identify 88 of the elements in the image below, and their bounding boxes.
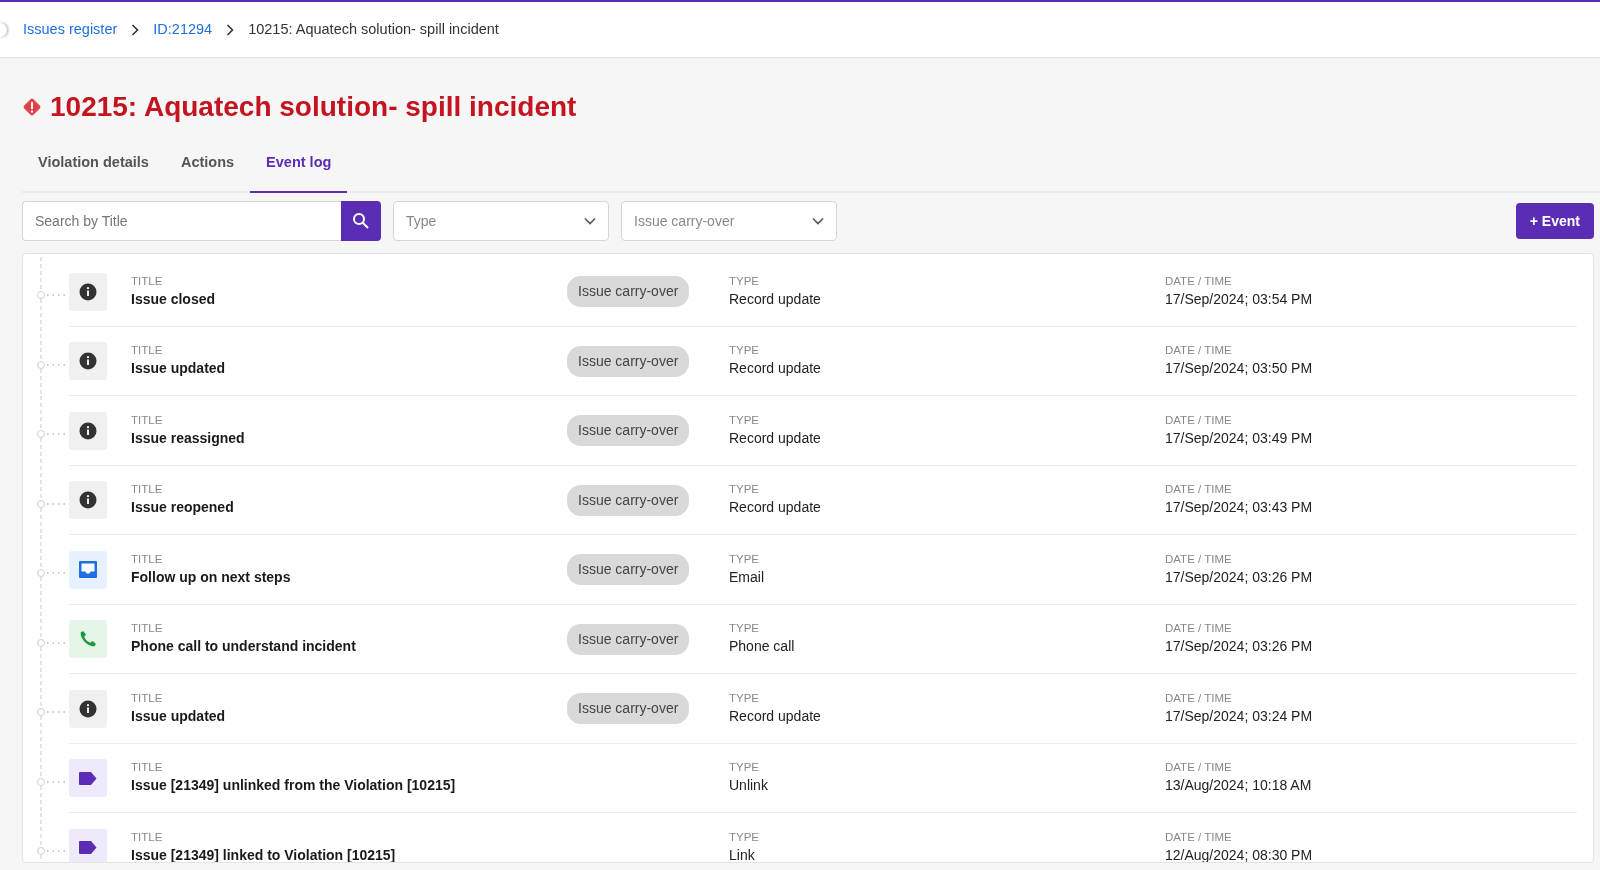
dropdown[interactable]: Type (393, 201, 609, 242)
field-label: TYPE (729, 343, 761, 359)
search-field[interactable]: Search by Title (22, 201, 341, 242)
chevron-right-icon (226, 23, 235, 36)
tab[interactable]: Actions (164, 137, 251, 194)
field-label: DATE / TIME (1165, 621, 1233, 637)
inbox-icon (79, 561, 97, 579)
breadcrumb-link[interactable]: ID:21294 (153, 18, 213, 41)
search-icon (352, 212, 370, 231)
tag: Issue carry-over (567, 345, 690, 377)
collapse-handle[interactable] (0, 22, 7, 37)
field-label: DATE / TIME (1165, 829, 1233, 845)
tag: Issue carry-over (567, 554, 690, 586)
breadcrumb-link[interactable]: Issues register (23, 18, 118, 41)
event-type: Record update (729, 706, 822, 726)
phone-icon (79, 630, 97, 649)
tag: Issue carry-over (567, 415, 690, 447)
event-type: Email (729, 567, 765, 587)
search-button[interactable] (341, 201, 381, 242)
field-label: TYPE (729, 621, 761, 637)
event-title: Issue reopened (131, 498, 235, 518)
event-date: 17/Sep/2024; 03:50 PM (1165, 359, 1313, 379)
tab[interactable]: Event log (250, 137, 348, 194)
tag: Issue carry-over (567, 693, 690, 725)
chevron-down-icon (584, 217, 596, 226)
event-title: Issue [21349] linked to Violation [10215] (131, 845, 397, 863)
info-icon (79, 421, 97, 440)
chevron-right-icon (131, 23, 140, 36)
info-icon (79, 282, 97, 301)
field-label: TITLE (131, 482, 164, 498)
event-title: Issue [21349] unlinked from the Violation [10215] (131, 776, 457, 796)
field-label: DATE / TIME (1165, 273, 1233, 289)
event-date: 17/Sep/2024; 03:54 PM (1165, 289, 1313, 309)
field-label: DATE / TIME (1165, 760, 1233, 776)
tag: Issue carry-over (567, 623, 690, 655)
field-label: TITLE (131, 343, 164, 359)
info-icon (79, 352, 97, 371)
field-label: DATE / TIME (1165, 551, 1233, 567)
event-type: Record update (729, 498, 822, 518)
tag: Issue carry-over (567, 484, 690, 516)
event-title: Issue closed (131, 289, 217, 309)
tag-icon (79, 771, 97, 785)
field-label: TYPE (729, 412, 761, 428)
event-date: 17/Sep/2024; 03:26 PM (1165, 567, 1313, 587)
field-label: DATE / TIME (1165, 343, 1233, 359)
field-label: TITLE (131, 412, 164, 428)
event-type: Phone call (729, 637, 796, 657)
event-type: Record update (729, 289, 822, 309)
event-title: Phone call to understand incident (131, 637, 357, 657)
field-label: TITLE (131, 690, 164, 706)
field-label: TITLE (131, 621, 164, 637)
field-label: TYPE (729, 551, 761, 567)
event-type: Record update (729, 359, 822, 379)
field-label: DATE / TIME (1165, 482, 1233, 498)
chevron-down-icon (812, 217, 824, 226)
event-date: 17/Sep/2024; 03:49 PM (1165, 428, 1313, 448)
event-date: 17/Sep/2024; 03:26 PM (1165, 637, 1313, 657)
event-title: Issue updated (131, 706, 227, 726)
field-label: TITLE (131, 829, 164, 845)
field-label: TITLE (131, 273, 164, 289)
field-label: TITLE (131, 551, 164, 567)
event-type: Record update (729, 428, 822, 448)
field-label: TYPE (729, 273, 761, 289)
event-date: 17/Sep/2024; 03:43 PM (1165, 498, 1313, 518)
tag: Issue carry-over (567, 276, 690, 308)
breadcrumb-current: 10215: Aquatech solution- spill incident (248, 19, 499, 39)
event-type: Link (729, 845, 756, 863)
field-label: DATE / TIME (1165, 690, 1233, 706)
event-title: Issue reassigned (131, 428, 246, 448)
event-title: Follow up on next steps (131, 567, 292, 587)
page-title: 10215: Aquatech solution- spill incident (50, 90, 577, 124)
tag-icon (79, 841, 97, 855)
event-date: 13/Aug/2024; 10:18 AM (1165, 776, 1312, 796)
info-icon (79, 699, 97, 718)
field-label: TYPE (729, 760, 761, 776)
field-label: DATE / TIME (1165, 412, 1233, 428)
info-icon (79, 491, 97, 510)
dropdown[interactable]: Issue carry-over (621, 201, 837, 242)
event-title: Issue updated (131, 359, 227, 379)
field-label: TITLE (131, 760, 164, 776)
add-event-button[interactable]: + Event (1515, 203, 1594, 240)
event-type: Unlink (729, 776, 769, 796)
field-label: TYPE (729, 482, 761, 498)
tab[interactable]: Violation details (22, 137, 165, 194)
field-label: TYPE (729, 690, 761, 706)
event-date: 12/Aug/2024; 08:30 PM (1165, 845, 1313, 863)
field-label: TYPE (729, 829, 761, 845)
event-date: 17/Sep/2024; 03:24 PM (1165, 706, 1313, 726)
